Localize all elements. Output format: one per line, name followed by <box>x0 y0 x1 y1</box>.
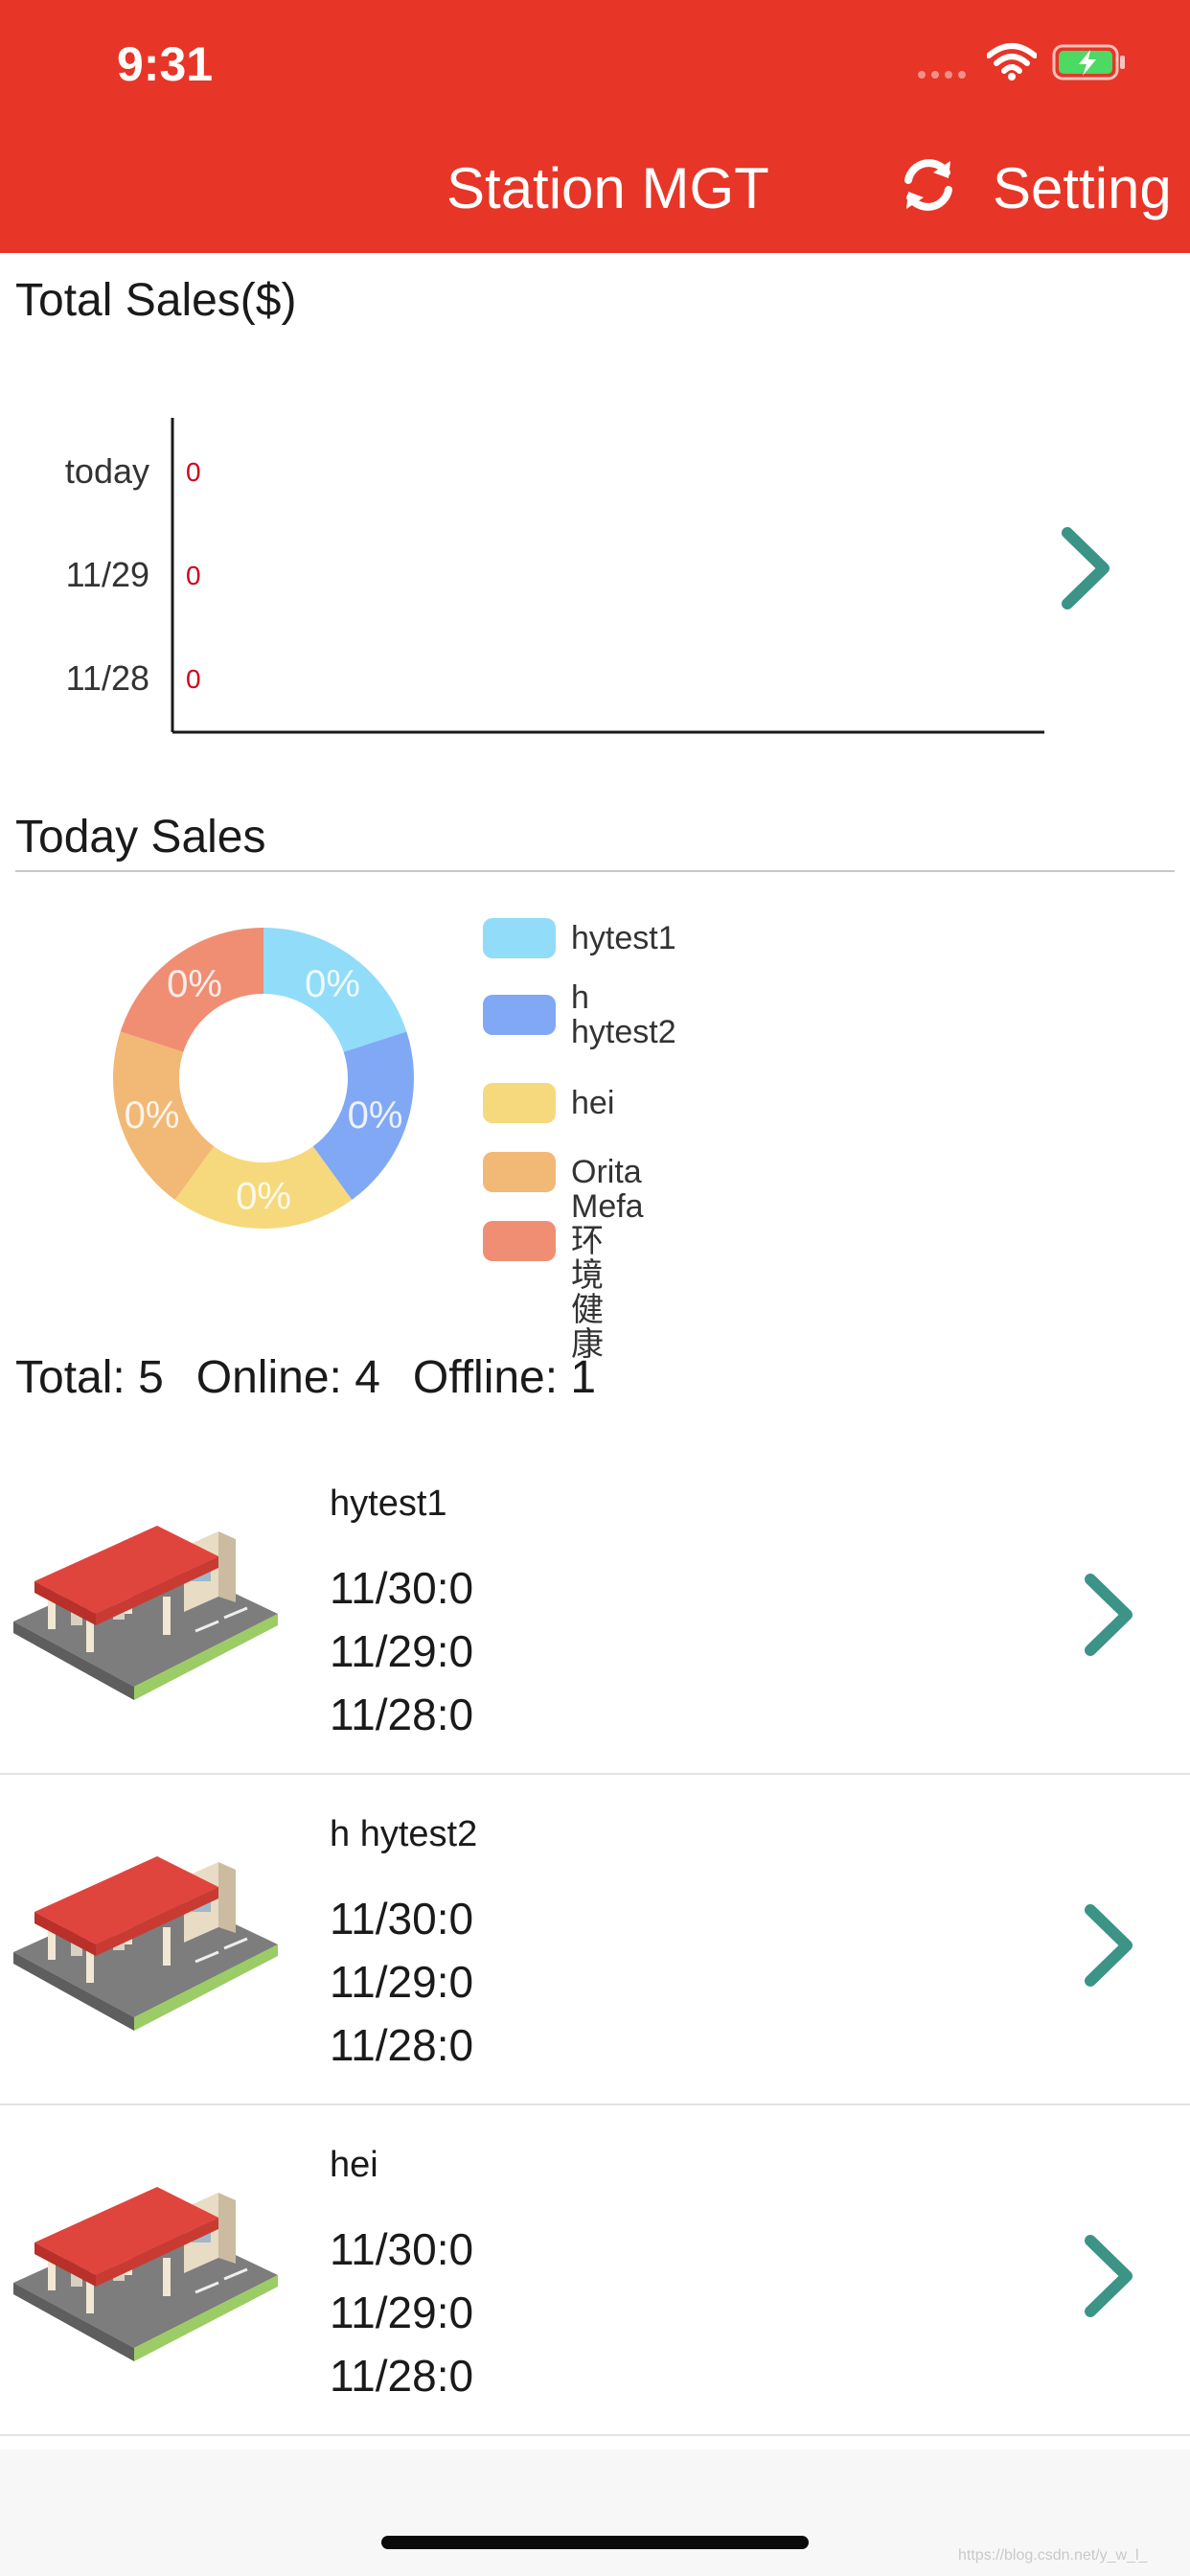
legend-label: hei <box>571 1085 615 1121</box>
legend-item: 环境健康 <box>483 1221 604 1362</box>
legend-swatch <box>483 1221 556 1261</box>
wifi-icon <box>987 43 1037 80</box>
chevron-right-icon[interactable] <box>1058 525 1115 611</box>
gas-station-icon <box>13 1518 278 1711</box>
station-sales-line: 11/29:0 <box>330 1957 474 2007</box>
app-header: 9:31 Station MGT Setting <box>0 0 1190 253</box>
legend-label: Orita Mefa <box>571 1154 644 1225</box>
station-sales-lines: 11/30:0 11/29:0 11/28:0 <box>330 2218 473 2407</box>
station-sales-line: 11/30:0 <box>330 2224 474 2274</box>
category-tick-label: 11/28 <box>66 658 149 698</box>
station-sales-line: 11/29:0 <box>330 2288 474 2337</box>
status-time: 9:31 <box>117 37 214 91</box>
station-row[interactable]: hytest1 11/30:0 11/29:0 11/28:0 <box>0 1445 1190 1775</box>
bar-data-label: 0 <box>186 664 201 694</box>
legend-item: h hytest2 <box>483 980 676 1049</box>
cellular-signal-icon <box>918 71 968 80</box>
stat-total: Total: 5 <box>15 1352 164 1403</box>
station-sales-line: 11/28:0 <box>330 2020 474 2070</box>
slice-percent-label: 0% <box>305 963 360 1005</box>
station-sales-lines: 11/30:0 11/29:0 11/28:0 <box>330 1556 473 1746</box>
station-sales-line: 11/29:0 <box>330 1626 474 1676</box>
home-indicator <box>381 2536 809 2549</box>
legend-label: 环境健康 <box>571 1223 604 1363</box>
refresh-icon[interactable] <box>895 151 962 218</box>
slice-percent-label: 0% <box>167 963 222 1005</box>
page-title: Station MGT <box>446 156 769 220</box>
station-sales-line: 11/30:0 <box>330 1563 474 1613</box>
station-name: h hytest2 <box>330 1814 478 1854</box>
today-sales-donut-chart[interactable]: 0% 0% 0% 0% 0% <box>96 910 431 1246</box>
setting-button[interactable]: Setting <box>993 155 1172 221</box>
station-stats: Total: 5 Online: 4 Offline: 1 <box>15 1351 596 1404</box>
legend-swatch <box>483 1152 556 1192</box>
station-sales-line: 11/28:0 <box>330 2351 474 2401</box>
station-sales-line: 11/30:0 <box>330 1894 474 1944</box>
gas-station-icon <box>13 2179 278 2372</box>
section-divider <box>15 870 1175 872</box>
category-tick-label: 11/29 <box>66 555 149 594</box>
chevron-right-icon[interactable] <box>1081 1572 1138 1663</box>
legend-swatch <box>483 995 556 1035</box>
bar-data-label: 0 <box>186 561 201 590</box>
legend-label: h hytest2 <box>571 979 676 1050</box>
station-row[interactable]: h hytest2 11/30:0 11/29:0 11/28:0 <box>0 1776 1190 2105</box>
legend-label: hytest1 <box>571 920 676 956</box>
legend-item: hytest1 <box>483 918 676 958</box>
total-sales-chart[interactable]: today 0 11/29 0 11/28 0 <box>0 402 1054 748</box>
category-tick-label: today <box>65 451 149 491</box>
slice-percent-label: 0% <box>348 1094 403 1137</box>
stat-online: Online: 4 <box>195 1352 380 1403</box>
gas-station-icon <box>13 1849 278 2041</box>
legend-swatch <box>483 918 556 958</box>
slice-percent-label: 0% <box>125 1094 180 1137</box>
legend-swatch <box>483 1083 556 1123</box>
bar-data-label: 0 <box>186 457 201 487</box>
station-name: hytest1 <box>330 1484 447 1524</box>
station-row[interactable]: hei 11/30:0 11/29:0 11/28:0 <box>0 2106 1190 2436</box>
today-sales-title: Today Sales <box>15 812 266 862</box>
battery-icon <box>1052 44 1125 80</box>
legend-item: hei <box>483 1083 614 1123</box>
station-name: hei <box>330 2145 378 2185</box>
slice-percent-label: 0% <box>236 1176 291 1218</box>
legend-item: Orita Mefa <box>483 1152 644 1224</box>
station-sales-lines: 11/30:0 11/29:0 11/28:0 <box>330 1887 473 2077</box>
total-sales-title: Total Sales($) <box>15 275 297 326</box>
station-sales-line: 11/28:0 <box>330 1690 474 1739</box>
watermark-text: https://blog.csdn.net/y_w_l_ <box>958 2547 1148 2564</box>
stat-offline: Offline: 1 <box>412 1352 597 1403</box>
chevron-right-icon[interactable] <box>1081 1902 1138 1993</box>
chevron-right-icon[interactable] <box>1081 2233 1138 2324</box>
